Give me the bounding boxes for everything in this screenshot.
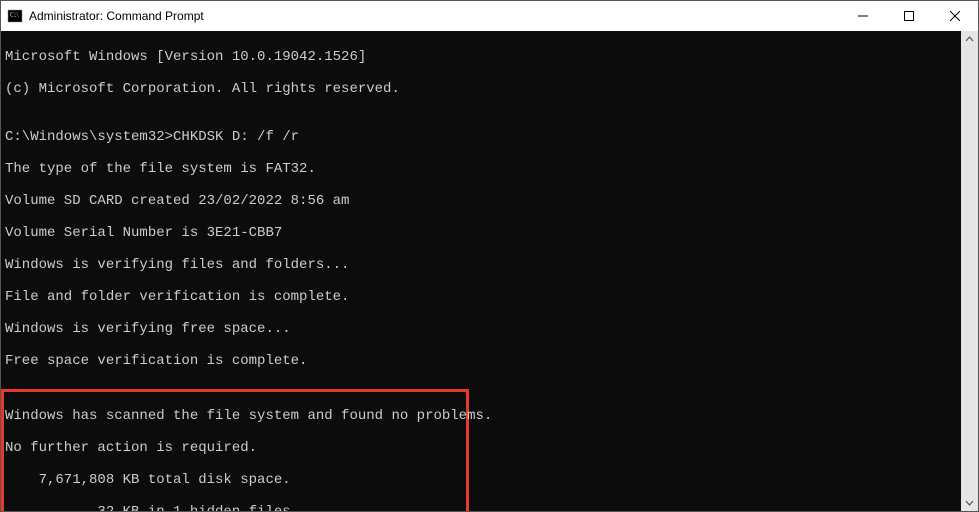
output-line: No further action is required. <box>5 440 466 456</box>
output-line: File and folder verification is complete… <box>5 289 957 305</box>
output-line: Volume Serial Number is 3E21-CBB7 <box>5 225 957 241</box>
output-line: Windows is verifying files and folders..… <box>5 257 957 273</box>
output-line: (c) Microsoft Corporation. All rights re… <box>5 81 957 97</box>
window-title: Administrator: Command Prompt <box>29 9 840 23</box>
prompt-line: C:\Windows\system32>CHKDSK D: /f /r <box>5 129 957 145</box>
window-controls <box>840 1 978 31</box>
content-area: Microsoft Windows [Version 10.0.19042.15… <box>1 31 978 511</box>
vertical-scrollbar[interactable] <box>961 31 978 511</box>
scroll-down-button[interactable] <box>961 494 978 511</box>
command-prompt-window: C:\ Administrator: Command Prompt Micros… <box>0 0 979 512</box>
output-line: Volume SD CARD created 23/02/2022 8:56 a… <box>5 193 957 209</box>
output-line: 7,671,808 KB total disk space. <box>5 472 466 488</box>
output-line: Free space verification is complete. <box>5 353 957 369</box>
prompt-path: C:\Windows\system32> <box>5 129 173 145</box>
output-line: The type of the file system is FAT32. <box>5 161 957 177</box>
titlebar[interactable]: C:\ Administrator: Command Prompt <box>1 1 978 31</box>
cmd-icon: C:\ <box>7 8 23 24</box>
result-highlight: Windows has scanned the file system and … <box>1 389 469 511</box>
svg-text:C:\: C:\ <box>10 11 19 19</box>
output-line: 32 KB in 1 hidden files. <box>5 504 466 511</box>
scroll-up-button[interactable] <box>961 31 978 48</box>
maximize-button[interactable] <box>886 1 932 31</box>
minimize-button[interactable] <box>840 1 886 31</box>
output-line: Windows is verifying free space... <box>5 321 957 337</box>
prompt-command: CHKDSK D: /f /r <box>173 129 299 145</box>
terminal-output[interactable]: Microsoft Windows [Version 10.0.19042.15… <box>1 31 961 511</box>
close-button[interactable] <box>932 1 978 31</box>
output-line: Windows has scanned the file system and … <box>5 408 466 424</box>
output-line: Microsoft Windows [Version 10.0.19042.15… <box>5 49 957 65</box>
scroll-track[interactable] <box>961 48 978 494</box>
